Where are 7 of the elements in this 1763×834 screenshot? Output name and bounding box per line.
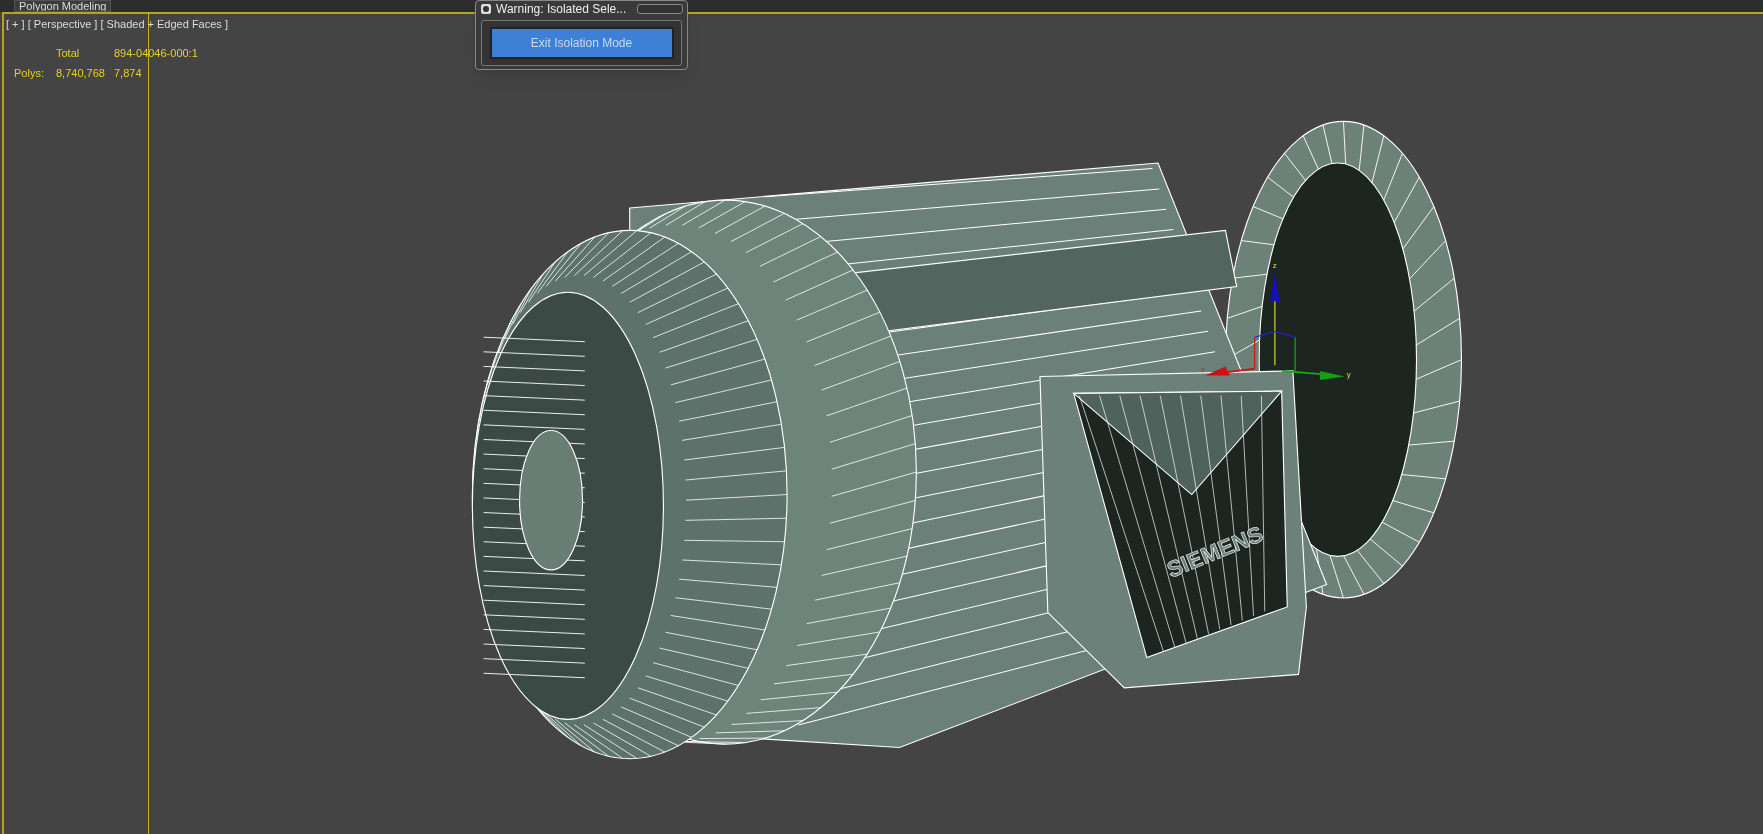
stats-value: 7,874 bbox=[114, 65, 143, 81]
stats-row-label: Polys: bbox=[14, 65, 45, 81]
app-logo-icon bbox=[480, 3, 492, 15]
stats-column-header: Total bbox=[56, 46, 81, 61]
stats-value: 8,740,768 bbox=[56, 65, 106, 81]
dialog-close-button[interactable] bbox=[637, 4, 683, 14]
dialog-title: Warning: Isolated Sele... bbox=[496, 1, 627, 18]
